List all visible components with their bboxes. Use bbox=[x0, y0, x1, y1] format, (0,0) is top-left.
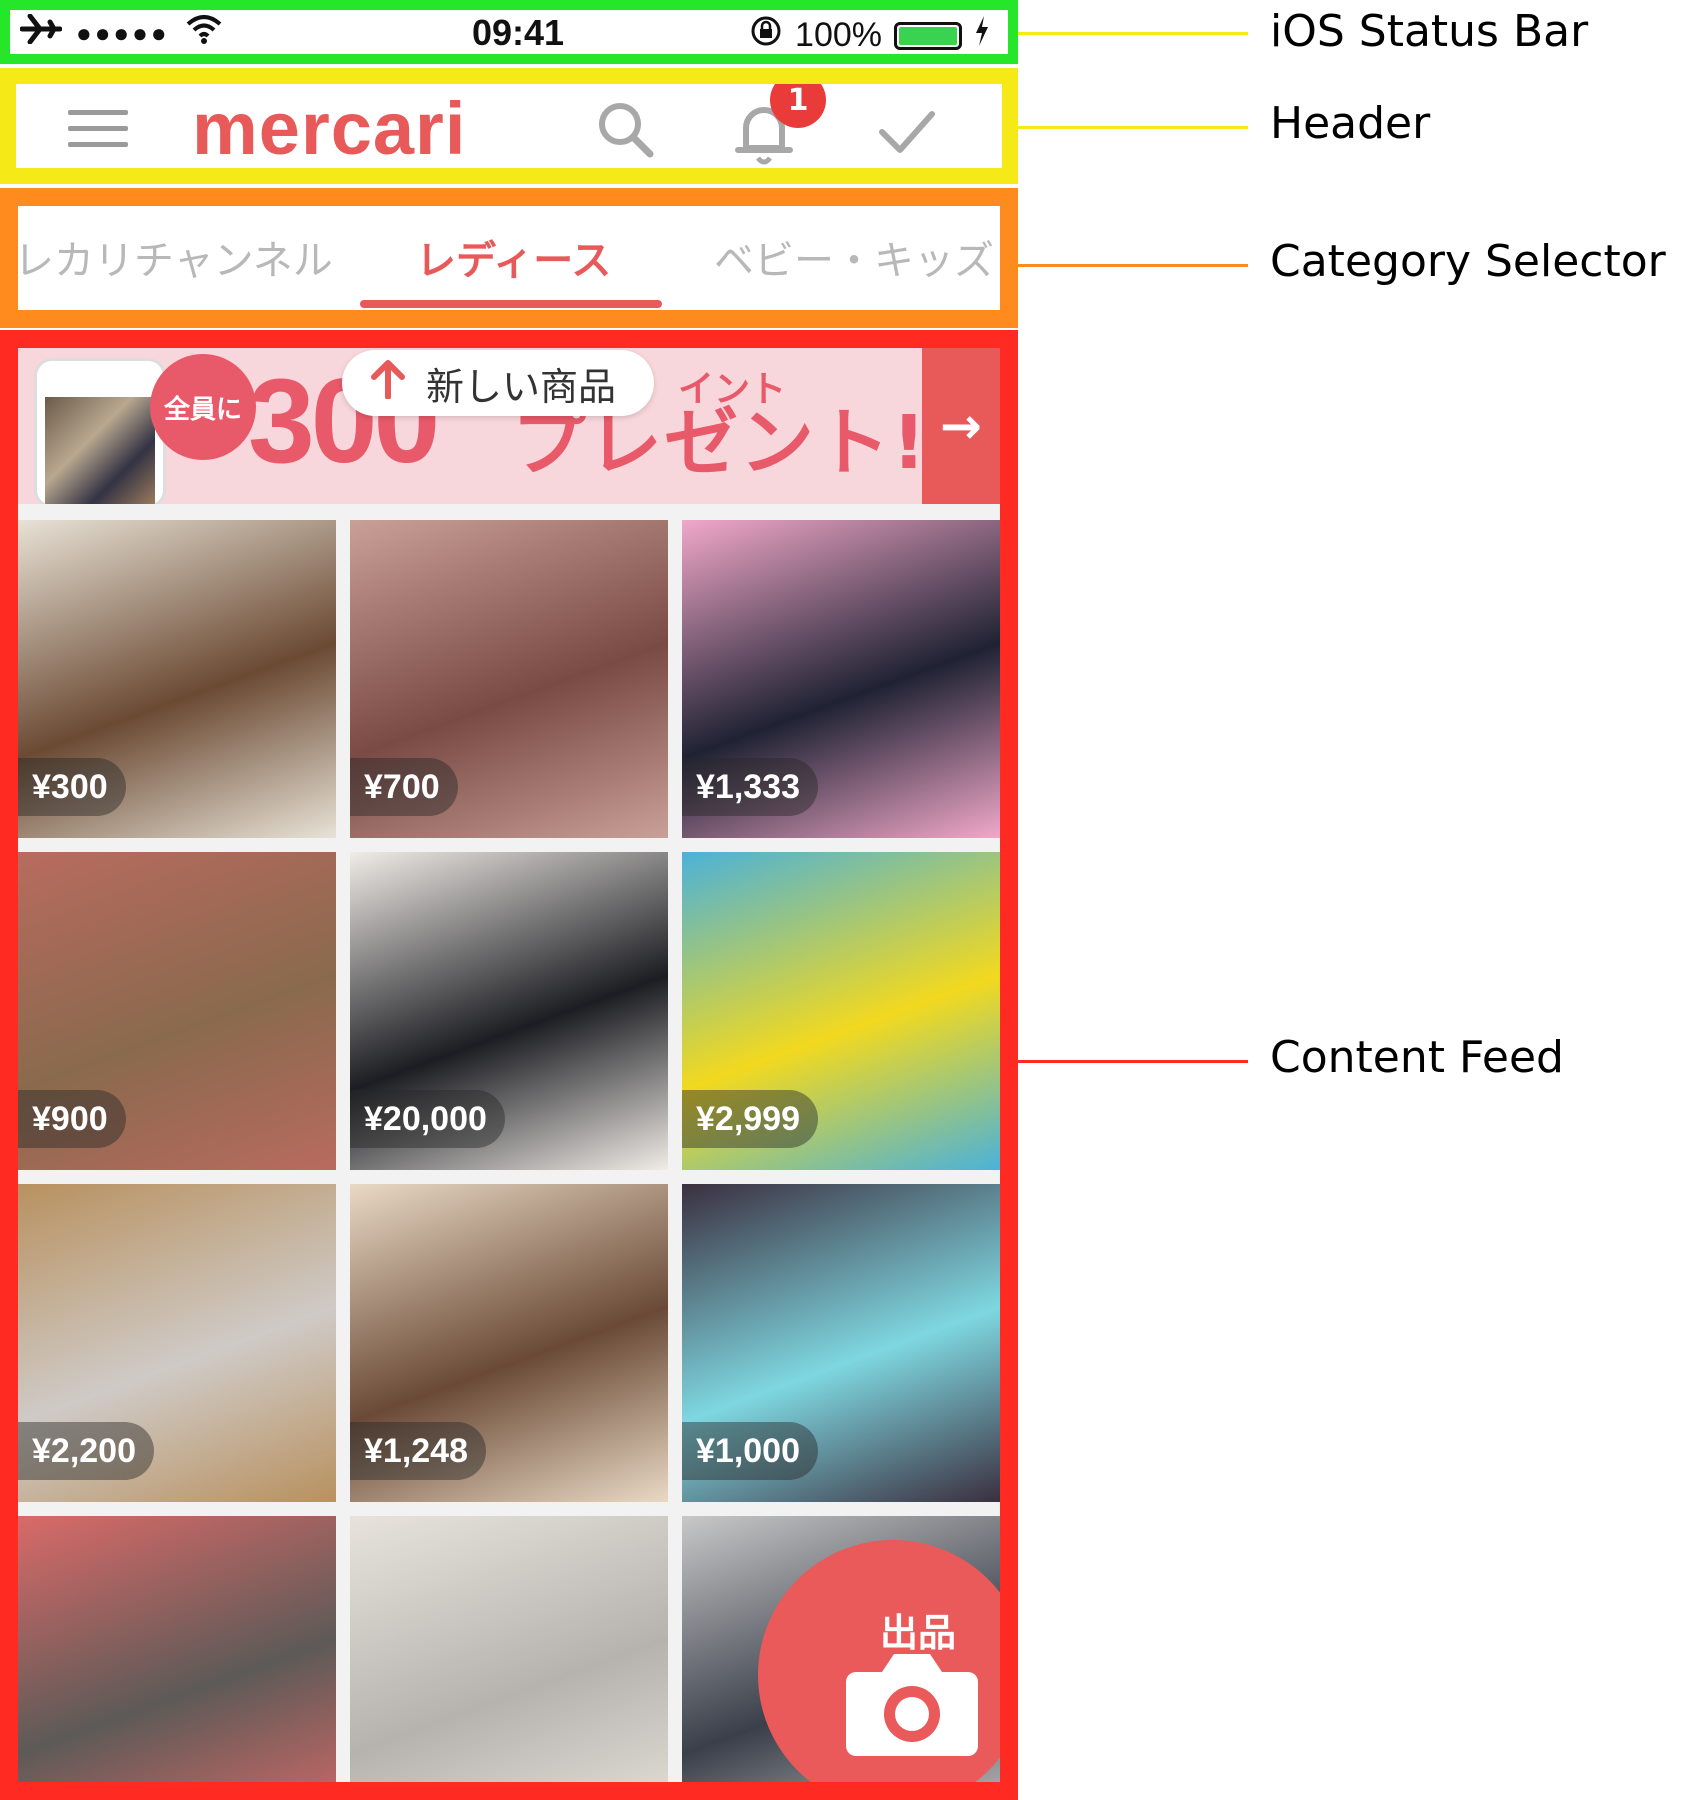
annotation-content-feed: Content Feed bbox=[1270, 1032, 1564, 1083]
annotation-line-status bbox=[1018, 32, 1248, 35]
content-feed-outline bbox=[0, 330, 1018, 1800]
annotation-line-feed bbox=[1018, 1060, 1248, 1063]
phone-screenshot: ●●●●● 09:41 100% mercari 1 レカリチャンネル レディー… bbox=[0, 0, 1018, 1800]
annotation-header: Header bbox=[1270, 98, 1431, 149]
annotation-line-header bbox=[1018, 126, 1248, 129]
annotation-status-bar: iOS Status Bar bbox=[1270, 6, 1589, 57]
header-outline bbox=[0, 68, 1018, 184]
annotation-category-selector: Category Selector bbox=[1270, 236, 1666, 287]
category-selector-outline bbox=[0, 188, 1018, 328]
annotation-line-category bbox=[1018, 264, 1248, 267]
status-bar-outline bbox=[0, 0, 1018, 64]
